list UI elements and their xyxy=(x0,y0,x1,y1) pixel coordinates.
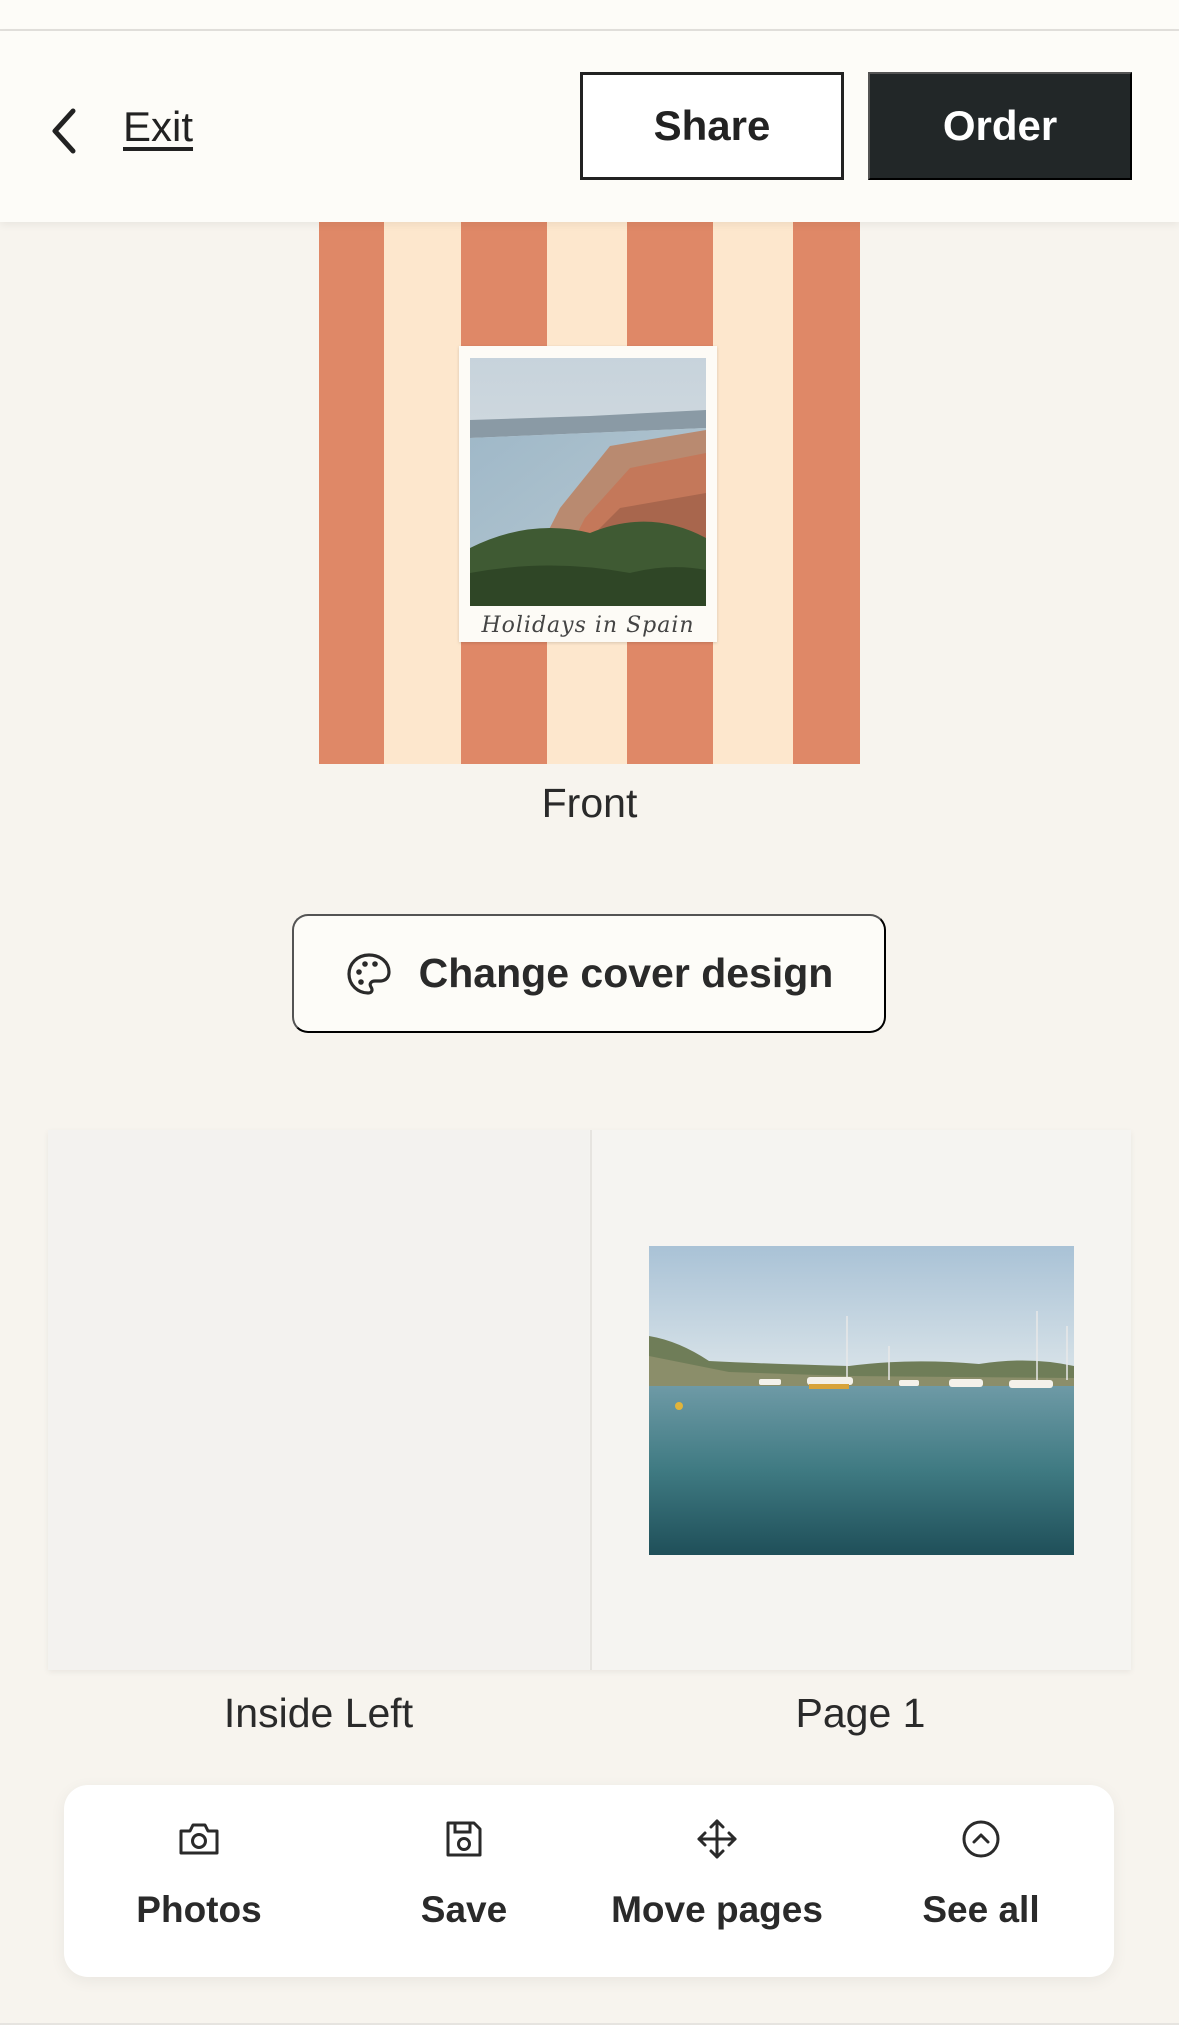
cover-caption: Holidays in Spain xyxy=(481,613,695,638)
page-1[interactable] xyxy=(590,1130,1131,1670)
inside-left-page[interactable] xyxy=(48,1130,589,1670)
photos-label: Photos xyxy=(136,1889,262,1930)
cover-stripe xyxy=(793,222,860,764)
share-button[interactable]: Share xyxy=(580,72,844,180)
save-label: Save xyxy=(420,1889,508,1930)
back-button[interactable] xyxy=(44,101,84,161)
change-cover-design-button[interactable]: Change cover design xyxy=(292,914,886,1033)
save-icon xyxy=(444,1816,484,1862)
palette-icon xyxy=(347,952,391,995)
move-pages-label: Move pages xyxy=(611,1889,823,1930)
exit-link[interactable]: Exit xyxy=(123,97,193,157)
see-all-button[interactable]: See all xyxy=(916,1785,1046,1977)
chevron-left-icon xyxy=(52,108,76,154)
cover-polaroid: Holidays in Spain xyxy=(459,346,717,642)
inside-left-label: Inside Left xyxy=(223,1690,414,1736)
page-1-label: Page 1 xyxy=(795,1690,926,1736)
page-1-photo[interactable] xyxy=(649,1246,1074,1555)
photos-button[interactable]: Photos xyxy=(124,1785,274,1977)
top-bar: Exit Share Order xyxy=(0,31,1179,222)
see-all-label: See all xyxy=(922,1889,1040,1930)
cover-label: Front xyxy=(541,780,638,826)
change-cover-label: Change cover design xyxy=(418,950,834,996)
cover-front-preview[interactable]: Holidays in Spain xyxy=(319,222,860,764)
move-pages-button[interactable]: Move pages xyxy=(611,1785,823,1977)
camera-icon xyxy=(177,1816,221,1862)
chevron-up-circle-icon xyxy=(960,1816,1002,1862)
status-bar xyxy=(0,0,1179,31)
page-spread xyxy=(48,1130,1131,1670)
order-button[interactable]: Order xyxy=(868,72,1132,180)
cover-stripe xyxy=(319,222,384,764)
move-icon xyxy=(695,1816,739,1862)
bottom-toolbar: Photos Save Move pages See all xyxy=(64,1785,1114,1977)
cover-photo xyxy=(470,358,706,606)
save-button[interactable]: Save xyxy=(404,1785,524,1977)
